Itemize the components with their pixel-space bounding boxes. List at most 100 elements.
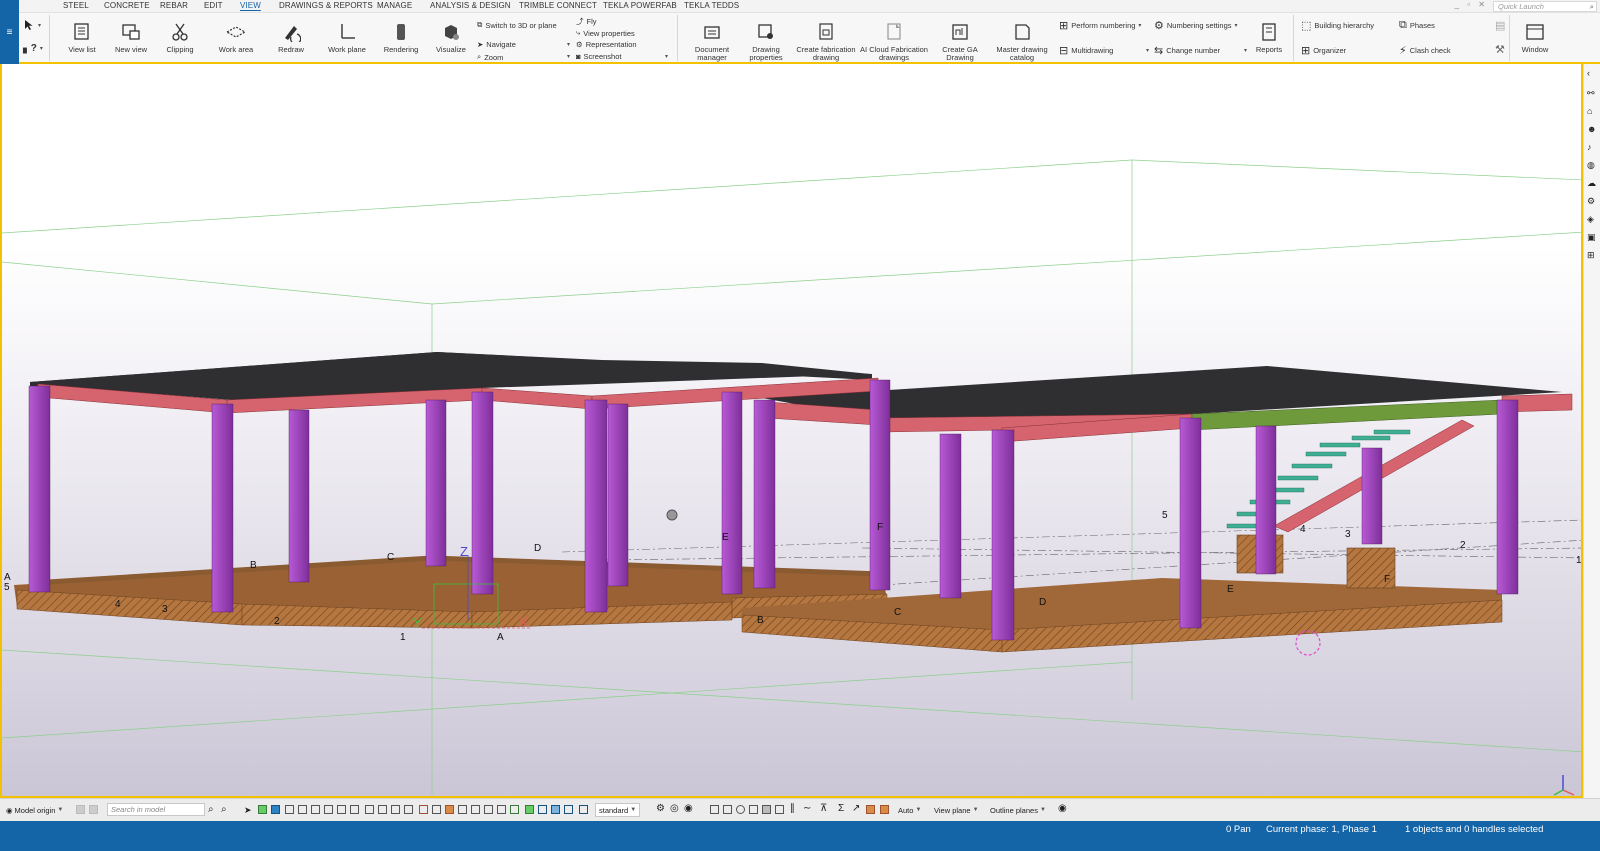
snap-switch-17[interactable] bbox=[579, 805, 588, 814]
select-tool-button[interactable]: ▾ bbox=[23, 19, 41, 31]
clipping-button[interactable]: Clipping bbox=[161, 13, 199, 63]
hat-icon[interactable]: ⌂ bbox=[1587, 106, 1598, 117]
tab-steel[interactable]: STEEL bbox=[63, 1, 89, 10]
tab-rebar[interactable]: REBAR bbox=[160, 1, 188, 10]
snap-switch-13[interactable] bbox=[525, 805, 534, 814]
snap-switch-4[interactable] bbox=[404, 805, 413, 814]
view-list-button[interactable]: View list bbox=[63, 13, 101, 63]
organizer-button[interactable]: ⊞ Organizer bbox=[1301, 44, 1346, 57]
drawing-properties-button[interactable]: Drawing properties bbox=[745, 13, 787, 63]
navigate-button[interactable]: ➤ Navigate bbox=[477, 40, 516, 49]
snap-switch-6[interactable] bbox=[432, 805, 441, 814]
tab-tekla-tedds[interactable]: TEKLA TEDDS bbox=[684, 1, 739, 10]
snap-extension-icon[interactable]: ↗ bbox=[852, 803, 860, 814]
phases-button[interactable]: ⧉ Phases bbox=[1399, 19, 1435, 32]
reports-button[interactable]: Reports bbox=[1251, 13, 1287, 63]
status-phase[interactable]: Current phase: 1, Phase 1 bbox=[1266, 824, 1377, 835]
snap-free-icon[interactable]: ∼ bbox=[803, 803, 811, 814]
change-number-button[interactable]: ⇆ Change number bbox=[1154, 44, 1220, 57]
select-components-switch[interactable] bbox=[285, 805, 294, 814]
new-view-button[interactable]: New view bbox=[112, 13, 150, 63]
tab-manage[interactable]: MANAGE bbox=[377, 1, 412, 10]
snap-toggle-1[interactable] bbox=[76, 805, 85, 814]
snap-switch-5[interactable] bbox=[419, 805, 428, 814]
switch-3d-button[interactable]: ⧉ Switch to 3D or plane bbox=[477, 20, 557, 30]
select-cursor-icon[interactable]: ➤ bbox=[244, 805, 253, 815]
tab-analysis-design[interactable]: ANALYSIS & DESIGN bbox=[430, 1, 511, 10]
snap-switch-15[interactable] bbox=[551, 805, 560, 814]
snap-switch-16[interactable] bbox=[564, 805, 573, 814]
users-icon[interactable]: ☻ bbox=[1587, 124, 1598, 135]
select-welds-switch[interactable] bbox=[324, 805, 333, 814]
redraw-button[interactable]: Redraw bbox=[271, 13, 311, 63]
master-drawing-catalog-button[interactable]: Master drawing catalog bbox=[993, 13, 1051, 63]
create-ga-drawing-button[interactable]: Create GA Drawing bbox=[937, 13, 983, 63]
snap-switch-14[interactable] bbox=[538, 805, 547, 814]
window-button[interactable]: Window bbox=[1513, 13, 1557, 63]
select-views-switch[interactable] bbox=[350, 805, 359, 814]
snap-perpendicular-icon[interactable] bbox=[762, 805, 771, 814]
cube-icon[interactable]: ▣ bbox=[1587, 232, 1598, 243]
app-menu-button[interactable]: ≡ bbox=[0, 0, 19, 64]
document-manager-button[interactable]: Document manager bbox=[687, 13, 737, 63]
collapse-icon[interactable]: ‹ bbox=[1587, 68, 1598, 79]
fly-button[interactable]: ⤴ Fly bbox=[576, 16, 597, 27]
snap-intersect-icon[interactable] bbox=[749, 805, 758, 814]
select-cuts-switch[interactable] bbox=[337, 805, 346, 814]
view-plane-select[interactable]: View plane ▼ bbox=[934, 803, 979, 817]
snap-switch-7[interactable] bbox=[445, 805, 454, 814]
snap-any-icon[interactable]: Σ bbox=[838, 803, 844, 814]
work-area-button[interactable]: Work area bbox=[213, 13, 259, 63]
snap-switch-12[interactable] bbox=[510, 805, 519, 814]
select-parts-switch[interactable] bbox=[258, 805, 267, 814]
layers-icon[interactable]: ◈ bbox=[1587, 214, 1598, 225]
visibility-icon[interactable]: ◉ bbox=[1058, 803, 1067, 814]
snap-switch-1[interactable] bbox=[365, 805, 374, 814]
model-origin-select[interactable]: ◉ Model origin ▼ bbox=[6, 803, 63, 817]
snap-end-icon[interactable] bbox=[710, 805, 719, 814]
model-viewport[interactable]: A B C D E F 1 2 3 4 5 A D E F 5 4 3 2 1 … bbox=[0, 64, 1583, 798]
clash-check-button[interactable]: ⚡ Clash check bbox=[1399, 44, 1451, 57]
auto-select[interactable]: Auto ▼ bbox=[898, 803, 921, 817]
model-3d-view[interactable]: A B C D E F 1 2 3 4 5 A D E F 5 4 3 2 1 … bbox=[2, 64, 1583, 798]
quick-launch-input[interactable]: Quick Launch ⌕ bbox=[1493, 1, 1597, 12]
snap-mid-icon[interactable] bbox=[723, 805, 732, 814]
search-options-icon[interactable]: ⌕ bbox=[221, 804, 227, 815]
screenshot-button[interactable]: ◙ Screenshot bbox=[576, 52, 621, 61]
snap-switch-11[interactable] bbox=[497, 805, 506, 814]
select-grids-switch[interactable] bbox=[298, 805, 307, 814]
tab-concrete[interactable]: CONCRETE bbox=[104, 1, 150, 10]
view-properties-button[interactable]: ⤷ View properties bbox=[576, 28, 635, 38]
snap-toggle-2[interactable] bbox=[89, 805, 98, 814]
link-icon[interactable]: ⚯ bbox=[1587, 88, 1598, 99]
snap-grid-icon[interactable]: ◎ bbox=[670, 803, 679, 814]
gear-icon[interactable]: ⚙ bbox=[1587, 196, 1598, 207]
tool-icon[interactable]: ⚒ bbox=[1495, 43, 1505, 56]
representation-button[interactable]: ⚙ Representation bbox=[576, 40, 637, 49]
snap-switch-8[interactable] bbox=[458, 805, 467, 814]
eye-icon[interactable]: ◉ bbox=[684, 803, 693, 814]
tab-drawings-reports[interactable]: DRAWINGS & REPORTS bbox=[279, 1, 373, 10]
snap-switch-3[interactable] bbox=[391, 805, 400, 814]
select-lines-switch[interactable] bbox=[311, 805, 320, 814]
window-controls[interactable]: _ ▫ ✕ bbox=[1455, 0, 1488, 9]
tab-tekla-powerfab[interactable]: TEKLA POWERFAB bbox=[603, 1, 677, 10]
snap-switch-10[interactable] bbox=[484, 805, 493, 814]
tab-trimble-connect[interactable]: TRIMBLE CONNECT bbox=[519, 1, 597, 10]
work-plane-button[interactable]: Work plane bbox=[325, 13, 369, 63]
create-fabrication-drawing-button[interactable]: Create fabrication drawing bbox=[795, 13, 857, 63]
snap-line-icon[interactable] bbox=[775, 805, 784, 814]
help-tool-button[interactable]: ▖? ▾ bbox=[23, 43, 43, 54]
bell-icon[interactable]: ♪ bbox=[1587, 142, 1598, 153]
ai-cloud-fabrication-button[interactable]: AI Cloud Fabrication drawings bbox=[860, 13, 928, 63]
tab-view[interactable]: VIEW bbox=[240, 1, 261, 10]
search-in-model-input[interactable]: Search in model bbox=[107, 803, 205, 816]
standard-select[interactable]: standard ▼ bbox=[595, 803, 641, 817]
clipboard-icon[interactable]: ▤ bbox=[1495, 19, 1505, 32]
snap-switch-2[interactable] bbox=[378, 805, 387, 814]
select-assemblies-switch[interactable] bbox=[271, 805, 280, 814]
grid-icon[interactable]: ⊞ bbox=[1587, 250, 1598, 261]
rendering-button[interactable]: Rendering bbox=[381, 13, 421, 63]
tab-edit[interactable]: EDIT bbox=[204, 1, 223, 10]
multidrawing-button[interactable]: ⊟ Multidrawing bbox=[1059, 44, 1113, 57]
